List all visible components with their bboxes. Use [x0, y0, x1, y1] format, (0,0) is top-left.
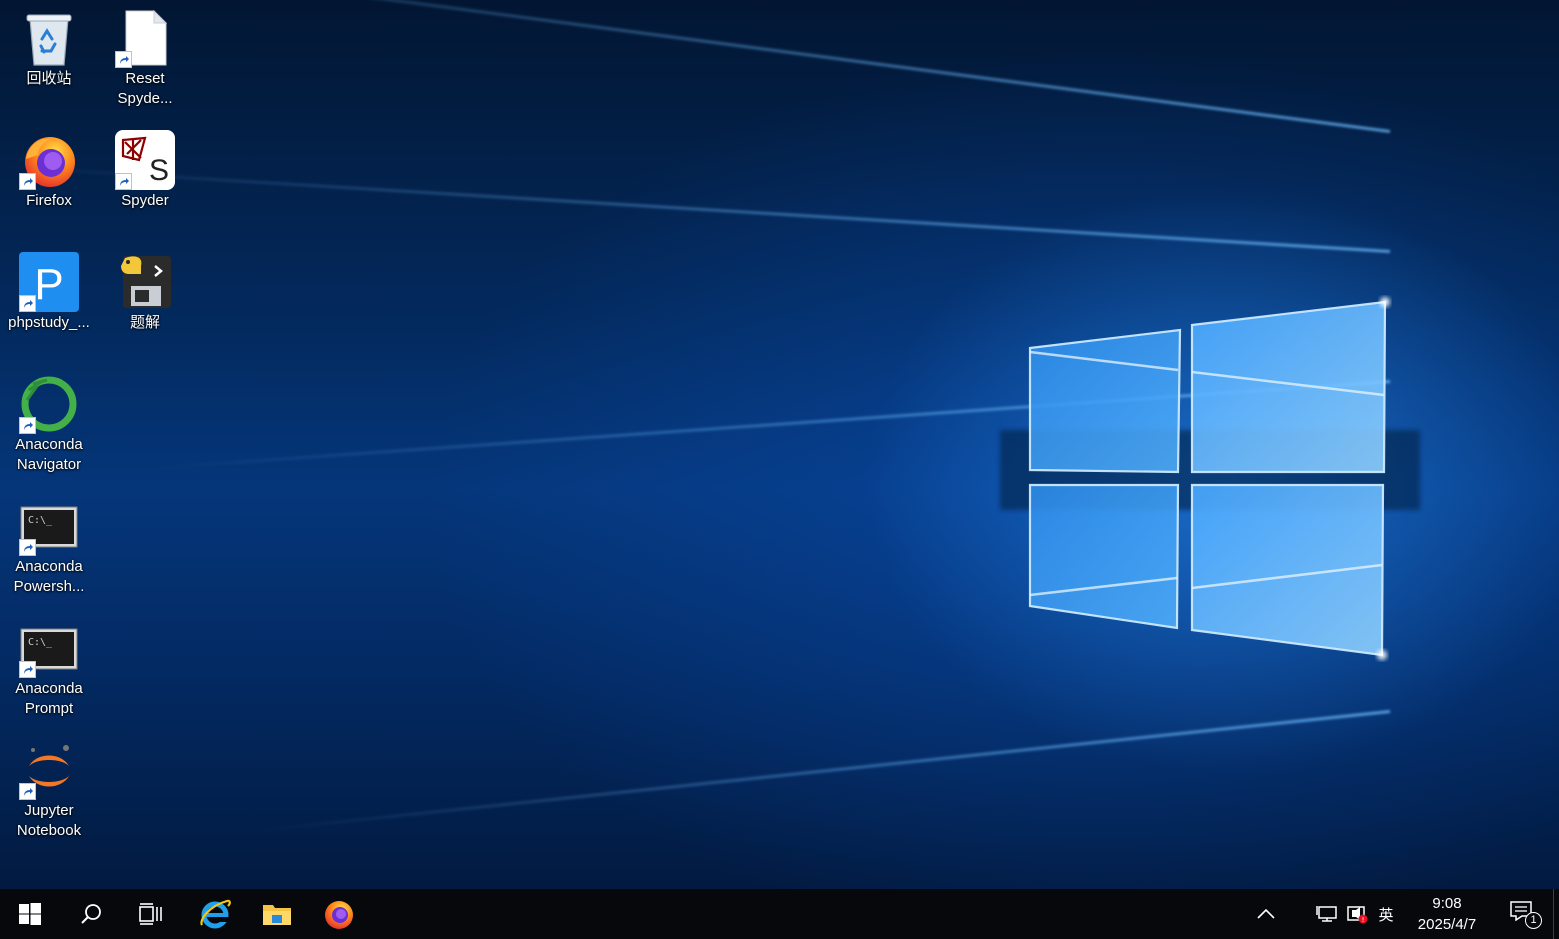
desktop-icon-firefox[interactable]: Firefox — [1, 130, 97, 211]
taskbar-firefox[interactable] — [308, 889, 370, 939]
task-view-icon — [139, 903, 162, 925]
recycle-bin-icon — [19, 8, 79, 68]
chevron-up-icon — [1257, 908, 1275, 919]
shortcut-arrow-icon — [19, 783, 36, 800]
desktop-icon-reset-spyder[interactable]: Reset Spyde... — [97, 8, 193, 109]
show-hidden-icons-button[interactable] — [1246, 889, 1286, 939]
desktop-icon-label: Firefox — [26, 192, 72, 209]
document-icon — [115, 8, 175, 68]
desktop-icon-spyder[interactable]: S Spyder — [97, 130, 193, 211]
windows-logo-wallpaper — [1000, 297, 1420, 660]
show-desktop-button[interactable] — [1553, 889, 1554, 939]
phpstudy-icon: P — [19, 252, 79, 312]
terminal-icon: C:\_ — [19, 496, 79, 556]
firefox-icon — [325, 901, 353, 929]
clock-time: 9:08 — [1432, 895, 1462, 912]
shortcut-arrow-icon — [19, 295, 36, 312]
internet-explorer-icon — [200, 899, 231, 929]
shortcut-arrow-icon — [19, 539, 36, 556]
task-view-button[interactable] — [122, 889, 180, 939]
desktop: 回收站 Firefox P phpstudy_... Anaconda Navi… — [0, 0, 1559, 889]
taskbar: ! 英 9:08 2025/4/7 1 — [0, 889, 1559, 939]
desktop-icon-label: Spyder — [121, 192, 169, 209]
search-button[interactable] — [62, 889, 120, 939]
desktop-icon-label: Jupyter Notebook — [16, 802, 82, 839]
shortcut-arrow-icon — [19, 417, 36, 434]
notification-center-button[interactable]: 1 — [1498, 889, 1548, 939]
shortcut-arrow-icon — [19, 173, 36, 190]
taskbar-file-explorer[interactable] — [246, 889, 308, 939]
terminal-icon: C:\_ — [19, 618, 79, 678]
notification-count-badge: 1 — [1525, 912, 1542, 929]
desktop-icon-anaconda-powershell[interactable]: C:\_ Anaconda Powersh... — [1, 496, 97, 597]
desktop-icon-label: Anaconda Prompt — [15, 680, 83, 717]
clock[interactable]: 9:08 2025/4/7 — [1404, 889, 1490, 939]
desktop-icon-label: Anaconda Navigator — [15, 436, 83, 473]
shortcut-arrow-icon — [19, 661, 36, 678]
anaconda-icon — [19, 374, 79, 434]
desktop-icon-jupyter-notebook[interactable]: Jupyter Notebook — [1, 740, 97, 841]
desktop-icon-label: Reset Spyde... — [117, 70, 173, 107]
file-explorer-icon — [263, 905, 291, 925]
svg-text:C:\_: C:\_ — [28, 515, 53, 526]
input-language-indicator[interactable]: 英 — [1372, 889, 1400, 939]
svg-text:P: P — [34, 260, 63, 309]
taskbar-internet-explorer[interactable] — [184, 889, 246, 939]
desktop-icon-label: Anaconda Powersh... — [13, 558, 85, 595]
shortcut-arrow-icon — [115, 51, 132, 68]
start-icon — [19, 903, 41, 925]
search-icon — [81, 904, 101, 924]
desktop-icon-anaconda-prompt[interactable]: C:\_ Anaconda Prompt — [1, 618, 97, 719]
desktop-icon-label: 回收站 — [26, 70, 72, 87]
network-button[interactable] — [1312, 889, 1342, 939]
firefox-icon — [19, 130, 79, 190]
spyder-icon: S — [115, 130, 175, 190]
start-button[interactable] — [0, 889, 60, 939]
desktop-icon-anaconda-navigator[interactable]: Anaconda Navigator — [1, 374, 97, 475]
jupyter-icon — [19, 740, 79, 800]
desktop-icon-label: phpstudy_... — [8, 314, 90, 331]
svg-text:S: S — [149, 154, 169, 187]
desktop-icon-label: 题解 — [129, 314, 160, 331]
shortcut-arrow-icon — [115, 173, 132, 190]
svg-text:C:\_: C:\_ — [28, 637, 53, 648]
desktop-icon-phpstudy[interactable]: P phpstudy_... — [1, 252, 97, 333]
network-icon — [1316, 906, 1337, 922]
speaker-muted-icon: ! — [1347, 906, 1368, 924]
desktop-icon-tijie[interactable]: 题解 — [97, 252, 193, 333]
svg-text:!: ! — [1362, 916, 1365, 924]
python-icon — [115, 252, 175, 312]
desktop-icon-recycle-bin[interactable]: 回收站 — [1, 8, 97, 89]
clock-date: 2025/4/7 — [1417, 916, 1477, 933]
volume-button[interactable]: ! — [1342, 889, 1372, 939]
